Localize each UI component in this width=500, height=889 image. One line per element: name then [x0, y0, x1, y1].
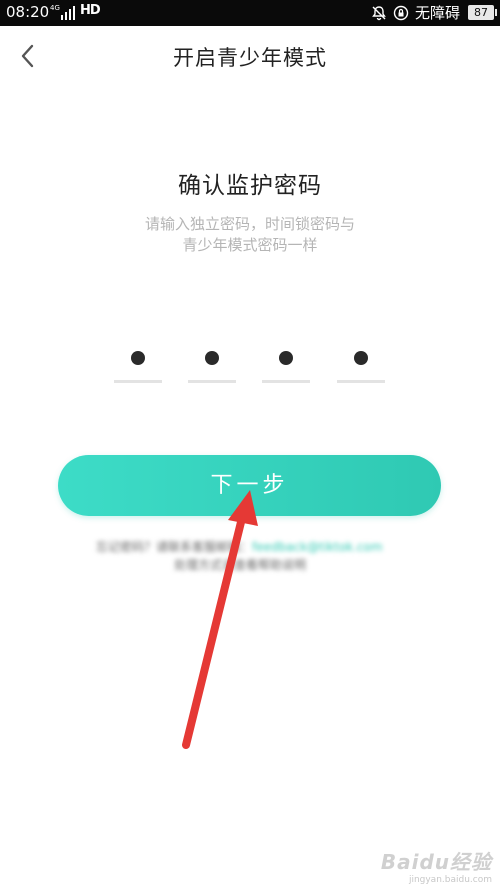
digit-underline — [262, 380, 310, 383]
instruction-text: 请输入独立密码，时间锁密码与 青少年模式密码一样 — [0, 214, 500, 256]
hd-indicator: HD — [80, 3, 101, 18]
watermark-url: jingyan.baidu.com — [408, 875, 492, 885]
accessibility-label: 无障碍 — [414, 4, 460, 22]
signal-icon: 4G — [50, 4, 77, 20]
forgot-line-1: 忘记密码？请联系客服邮箱： — [96, 540, 253, 554]
forgot-password-text: 忘记密码？请联系客服邮箱：feedback@tiktok.com 处理方式请查看… — [96, 538, 416, 574]
filled-dot-icon — [131, 351, 145, 365]
confirm-password-heading: 确认监护密码 — [178, 173, 322, 199]
filled-dot-icon — [354, 351, 368, 365]
page-title: 开启青少年模式 — [173, 46, 327, 70]
baidu-watermark: Baidu经验 jingyan.baidu.com — [381, 846, 492, 885]
digit-underline — [114, 380, 162, 383]
passcode-digit-4[interactable] — [337, 345, 385, 385]
passcode-digit-3[interactable] — [262, 345, 310, 385]
network-type: 4G — [50, 4, 60, 12]
instruction-line-1: 请输入独立密码，时间锁密码与 — [144, 215, 355, 233]
instruction-line-2: 青少年模式密码一样 — [182, 236, 318, 254]
battery-icon: 87 — [468, 5, 497, 20]
bell-muted-icon — [372, 5, 386, 20]
lock-rotation-icon — [393, 5, 409, 20]
filled-dot-icon — [205, 351, 219, 365]
passcode-digit-2[interactable] — [188, 345, 236, 385]
filled-dot-icon — [279, 351, 293, 365]
status-time: 08:20 — [6, 3, 50, 21]
support-email-link[interactable]: feedback@tiktok.com — [252, 540, 383, 554]
digit-underline — [188, 380, 236, 383]
watermark-logo: Baidu经验 — [380, 850, 492, 874]
status-right-group: 无障碍 87 — [365, 2, 497, 23]
passcode-digit-1[interactable] — [114, 345, 162, 385]
digit-underline — [337, 380, 385, 383]
status-bar: 08:20 4G HD 无障碍 87 — [0, 0, 500, 26]
forgot-line-2: 处理方式请查看帮助说明 — [174, 558, 307, 572]
annotation-arrow-icon — [182, 490, 258, 749]
next-step-button[interactable]: 下一步 — [58, 455, 441, 516]
